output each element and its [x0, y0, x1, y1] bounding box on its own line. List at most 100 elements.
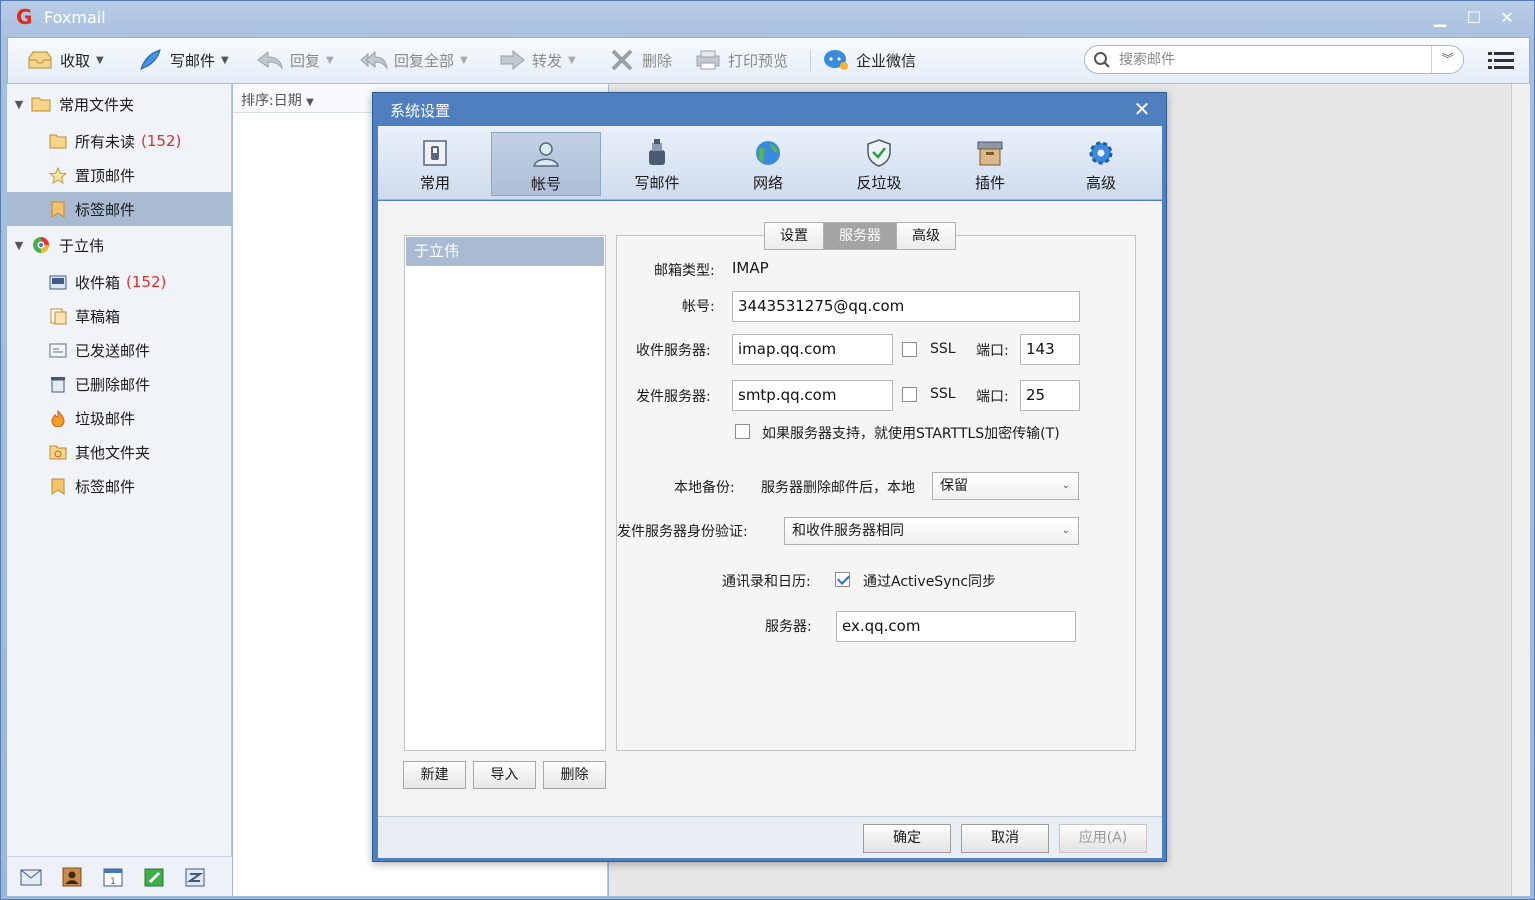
incoming-ssl-checkbox[interactable]: [902, 342, 917, 357]
settings-dialog: 系统设置 ✕ 常用 帐号 写邮件 网络 反垃圾 插件 高级 于立伟 新建 导入 …: [372, 92, 1167, 862]
tab-antispam[interactable]: 反垃圾: [824, 132, 934, 196]
account-list-item[interactable]: 于立伟: [406, 237, 604, 266]
contacts-icon[interactable]: [61, 867, 83, 887]
activesync-server-field[interactable]: ex.qq.com: [836, 611, 1076, 642]
receive-label: 收取: [60, 51, 91, 70]
local-backup-value: 保留: [940, 478, 968, 494]
drafts-icon: [50, 308, 67, 324]
print-preview-button[interactable]: 打印预览: [694, 46, 788, 74]
ok-button[interactable]: 确定: [863, 824, 951, 853]
expand-triangle-icon[interactable]: ▼: [7, 239, 31, 252]
star-icon: [49, 166, 67, 184]
tab-advanced[interactable]: 高级: [1046, 132, 1156, 196]
forward-button[interactable]: 转发 ▼: [498, 46, 576, 74]
folder-item-tagged-account[interactable]: 标签邮件: [7, 469, 232, 503]
tab-label: 常用: [419, 174, 450, 192]
close-icon[interactable]: ✕: [1130, 97, 1154, 121]
subtab-settings[interactable]: 设置: [764, 222, 823, 250]
local-backup-select[interactable]: 保留 ⌄: [932, 472, 1079, 500]
settings-tab-bar: 常用 帐号 写邮件 网络 反垃圾 插件 高级: [378, 126, 1162, 200]
folder-item-drafts[interactable]: 草稿箱: [7, 299, 232, 333]
subtab-server[interactable]: 服务器: [823, 222, 896, 250]
menu-icon[interactable]: [1488, 49, 1514, 71]
feed-icon[interactable]: [184, 867, 206, 887]
folder-item-sent[interactable]: 已发送邮件: [7, 333, 232, 367]
search-input[interactable]: [1119, 49, 1419, 70]
sort-dropdown[interactable]: 排序:日期 ▼: [241, 90, 314, 110]
subtab-advanced[interactable]: 高级: [896, 222, 956, 250]
outgoing-ssl-label: SSL: [930, 386, 956, 402]
search-box[interactable]: ︾: [1084, 45, 1464, 74]
feather-pen-icon: [140, 49, 161, 70]
expand-triangle-icon[interactable]: ▼: [7, 98, 31, 111]
outgoing-port-label: 端口:: [976, 389, 1009, 405]
folder-item-other[interactable]: 其他文件夹: [7, 435, 232, 469]
printer-icon: [696, 50, 720, 70]
folder-item-junk[interactable]: 垃圾邮件: [7, 401, 232, 435]
app-window: G Foxmail ▁ ☐ ✕ 收取 ▼ 写邮件 ▼ 回复 ▼ 回复全部 ▼ 转: [0, 0, 1535, 900]
activesync-checkbox[interactable]: [835, 572, 850, 587]
apply-button[interactable]: 应用(A): [1059, 824, 1147, 853]
account-avatar-icon: [33, 237, 49, 253]
outgoing-server-field[interactable]: smtp.qq.com: [732, 380, 893, 411]
import-account-button[interactable]: 导入: [473, 761, 536, 789]
close-icon[interactable]: ✕: [1496, 7, 1518, 29]
sent-icon: [49, 343, 67, 357]
tab-account[interactable]: 帐号: [491, 132, 601, 196]
folder-item-unread[interactable]: 所有未读 (152): [7, 124, 232, 158]
activesync-server-label: 服务器:: [765, 619, 812, 635]
chevron-down-icon[interactable]: ▼: [96, 55, 104, 66]
box-icon: [977, 141, 1003, 166]
folder-item-pinned[interactable]: 置顶邮件: [7, 158, 232, 192]
reply-all-arrow-icon: [360, 50, 388, 70]
chevron-down-icon[interactable]: ▼: [568, 55, 576, 66]
account-group[interactable]: ▼ 于立伟: [7, 228, 232, 262]
app-title: Foxmail: [44, 8, 106, 27]
tab-general[interactable]: 常用: [380, 132, 490, 196]
scrollbar[interactable]: [1511, 84, 1530, 896]
folder-icon: [31, 97, 51, 112]
outgoing-port-field[interactable]: 25: [1020, 380, 1080, 411]
folder-label: 草稿箱: [75, 307, 121, 326]
tab-network[interactable]: 网络: [713, 132, 823, 196]
mail-view-icon[interactable]: [20, 867, 42, 887]
wecom-button[interactable]: 企业微信: [822, 46, 916, 74]
chevron-double-down-icon[interactable]: ︾: [1431, 46, 1463, 73]
tab-compose[interactable]: 写邮件: [602, 132, 712, 196]
folder-label: 置顶邮件: [75, 166, 136, 185]
delete-account-button[interactable]: 删除: [543, 761, 606, 789]
compose-button[interactable]: 写邮件 ▼: [136, 46, 229, 74]
notes-icon[interactable]: [143, 867, 165, 887]
reply-all-button[interactable]: 回复全部 ▼: [360, 46, 468, 74]
folder-icon: [49, 134, 67, 148]
chevron-down-icon[interactable]: ▼: [221, 55, 229, 66]
tab-plugins[interactable]: 插件: [935, 132, 1045, 196]
calendar-icon[interactable]: 1: [102, 867, 124, 887]
account-subtabs-bar: 设置 服务器 高级: [764, 222, 956, 250]
starttls-checkbox[interactable]: [735, 424, 750, 439]
reply-button[interactable]: 回复 ▼: [256, 46, 334, 74]
ink-bottle-icon: [649, 139, 665, 165]
receive-button[interactable]: 收取 ▼: [26, 46, 104, 74]
chevron-down-icon[interactable]: ▼: [460, 55, 468, 66]
delete-button[interactable]: 删除: [608, 46, 672, 74]
new-account-button[interactable]: 新建: [403, 761, 466, 789]
folder-item-deleted[interactable]: 已删除邮件: [7, 367, 232, 401]
reply-arrow-icon: [257, 50, 283, 70]
chevron-down-icon[interactable]: ▼: [326, 55, 334, 66]
incoming-server-field[interactable]: imap.qq.com: [732, 334, 893, 365]
tag-icon: [51, 478, 65, 495]
folder-group-label: 常用文件夹: [59, 95, 135, 114]
maximize-icon[interactable]: ☐: [1463, 7, 1485, 29]
folder-item-tagged[interactable]: 标签邮件: [7, 192, 232, 226]
folder-group-common[interactable]: ▼ 常用文件夹: [7, 87, 232, 121]
account-field[interactable]: 3443531275@qq.com: [732, 291, 1080, 322]
cancel-button[interactable]: 取消: [961, 824, 1049, 853]
incoming-port-field[interactable]: 143: [1020, 334, 1080, 365]
tab-label: 插件: [974, 174, 1005, 192]
minimize-icon[interactable]: ▁: [1429, 7, 1451, 29]
folder-item-inbox[interactable]: 收件箱 (152): [7, 265, 232, 299]
outgoing-ssl-checkbox[interactable]: [902, 387, 917, 402]
starttls-label: 如果服务器支持，就使用STARTTLS加密传输(T): [762, 426, 1060, 442]
smtp-auth-select[interactable]: 和收件服务器相同 ⌄: [784, 517, 1079, 545]
